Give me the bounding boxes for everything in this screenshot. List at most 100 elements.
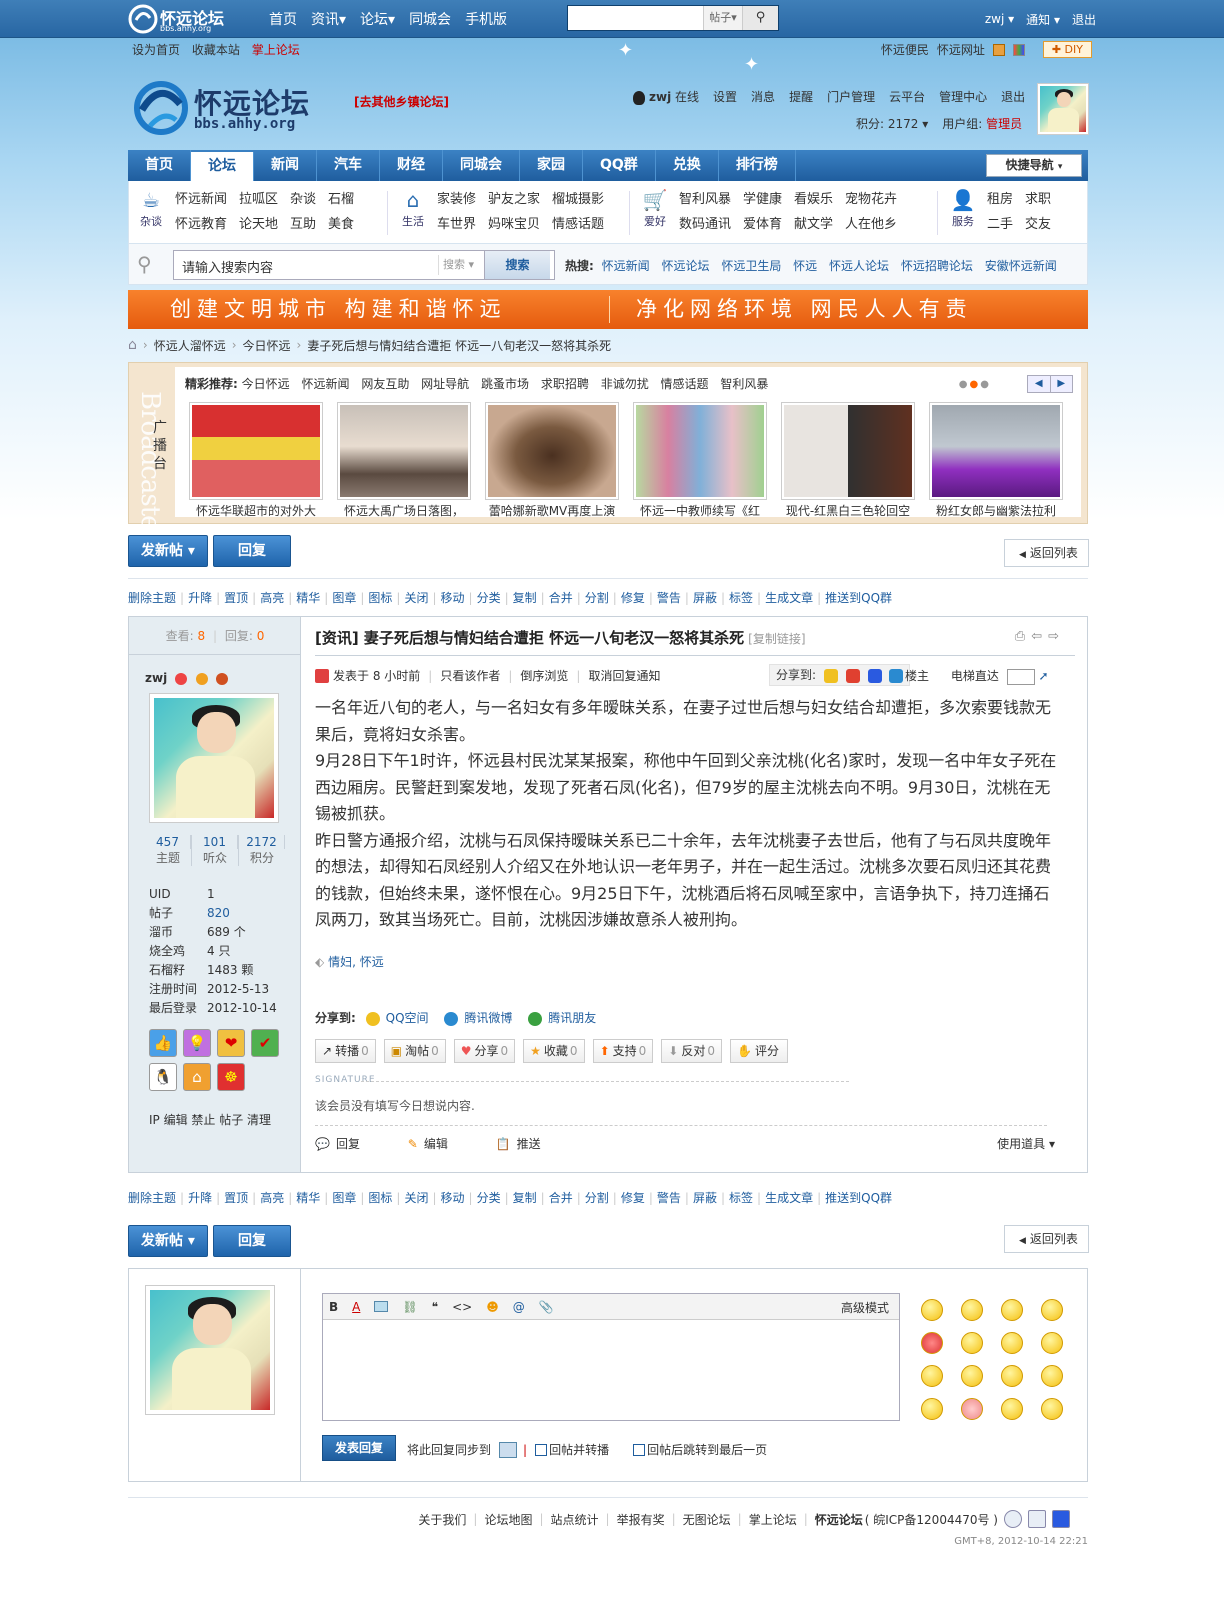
top-nav-city[interactable]: 同城会 (402, 9, 458, 29)
footer-link[interactable]: 无图论坛 (683, 1511, 731, 1528)
mod-action[interactable]: 图章 (332, 591, 356, 605)
quote-icon[interactable]: ❝ (432, 1300, 438, 1314)
mod-action[interactable]: 修复 (621, 1191, 645, 1205)
smiley-icon[interactable] (1001, 1365, 1023, 1387)
award-medal-icon[interactable] (215, 672, 228, 685)
hot-link[interactable]: 安徽怀远新闻 (985, 259, 1057, 273)
smiley-icon[interactable] (1001, 1332, 1023, 1354)
user-name[interactable]: zwj (649, 90, 671, 104)
code-icon[interactable]: <> (452, 1300, 472, 1314)
share-button[interactable]: ♥ 分享 0 (453, 1039, 516, 1063)
broadcast-thumb[interactable]: 粉红女郎与幽紫法拉利 (929, 402, 1063, 522)
sync-weibo-icon[interactable] (499, 1441, 518, 1458)
hot-link[interactable]: 怀远论坛 (661, 259, 709, 273)
qq-penguin-icon[interactable]: 🐧 (149, 1063, 177, 1091)
footer-site-name[interactable]: 怀远论坛 (815, 1511, 863, 1528)
broadcast-thumb[interactable]: 现代-红黑白三色轮回空 (781, 402, 915, 522)
only-author-link[interactable]: 只看该作者 (440, 667, 500, 684)
user-link-messages[interactable]: 消息 (751, 88, 775, 105)
new-post-button-bottom[interactable]: 发新帖 ▾ (128, 1225, 208, 1257)
bold-icon[interactable]: B (329, 1300, 338, 1314)
cnzz-icon[interactable] (1028, 1510, 1046, 1528)
site-logo[interactable]: 怀远论坛 bbs.ahhy.org (132, 80, 322, 136)
breadcrumb-item[interactable]: 怀远人溜怀远 (154, 337, 226, 354)
footer-link[interactable]: 站点统计 (551, 1511, 599, 1528)
top-logo[interactable]: 怀远论坛 bbs.ahhy.org (128, 4, 228, 34)
mod-action[interactable]: 分类 (477, 1191, 501, 1205)
advanced-mode-link[interactable]: 高级模式 (841, 1299, 889, 1316)
subnav-link[interactable]: 智利风暴 (679, 187, 731, 212)
nav-finance[interactable]: 财经 (380, 150, 443, 181)
print-icon[interactable]: ⎙ (1015, 629, 1031, 644)
mod-action[interactable]: 警告 (657, 591, 681, 605)
broadcast-thumb[interactable]: 怀远大禹广场日落图， (337, 402, 471, 522)
forum-search-button[interactable]: 搜索 (484, 251, 550, 279)
share-tencent-weibo[interactable]: 腾讯微博 (464, 1011, 512, 1025)
mod-action[interactable]: 图标 (368, 591, 392, 605)
smiley-icon[interactable] (921, 1365, 943, 1387)
footer-link[interactable]: 举报有奖 (617, 1511, 665, 1528)
subnav-link[interactable]: 交友 (1025, 212, 1051, 237)
tag-links[interactable]: 情妇, 怀远 (328, 955, 384, 969)
floor-input[interactable] (1006, 668, 1035, 685)
top-user[interactable]: zwj ▾ (985, 12, 1014, 26)
mod-action[interactable]: 合并 (549, 591, 573, 605)
subnav-link[interactable]: 榴城摄影 (552, 187, 604, 212)
paw-icon[interactable] (1052, 1510, 1070, 1528)
hot-link[interactable]: 怀远 (793, 259, 817, 273)
footer-icp[interactable]: ( 皖ICP备12004470号 ) (865, 1511, 998, 1528)
favorite-link[interactable]: 收藏本站 (192, 43, 240, 57)
smiley-icon[interactable] (1041, 1365, 1063, 1387)
mod-action[interactable]: 屏蔽 (693, 591, 717, 605)
mod-action[interactable]: 移动 (441, 1191, 465, 1205)
subnav-link[interactable]: 献文学 (794, 212, 833, 237)
mobile-link[interactable]: 掌上论坛 (252, 43, 300, 57)
cancel-notify-link[interactable]: 取消回复通知 (588, 667, 660, 684)
color-icon[interactable] (1012, 43, 1025, 56)
image-icon[interactable] (374, 1301, 389, 1312)
diy-button[interactable]: ✚ DIY (1042, 41, 1092, 58)
mod-action[interactable]: 生成文章 (765, 591, 813, 605)
quick-nav-button[interactable]: 快捷导航 ▾ (986, 154, 1082, 177)
use-tool-menu[interactable]: 使用道具 ▾ (997, 1135, 1055, 1152)
subnav-link[interactable]: 求职 (1025, 187, 1051, 212)
mod-action[interactable]: 修复 (621, 591, 645, 605)
attachment-icon[interactable]: 📎 (539, 1300, 554, 1314)
top-search-input[interactable] (568, 6, 704, 30)
user-points[interactable]: 积分: 2172 ▾ (856, 115, 928, 132)
subnav-link[interactable]: 情感话题 (552, 212, 604, 237)
top-search-type[interactable]: 帖子▾ (704, 6, 742, 30)
recommend-link[interactable]: 怀远新闻 (301, 377, 349, 391)
share-tencent-friends[interactable]: 腾讯朋友 (548, 1011, 596, 1025)
smiley-icon[interactable] (1041, 1398, 1063, 1420)
font-color-icon[interactable]: A (352, 1300, 360, 1314)
share-qzone[interactable]: QQ空间 (386, 1011, 429, 1025)
smiley-icon[interactable] (921, 1299, 943, 1321)
slogan-banner[interactable]: 创建文明城市 构建和谐怀远 净化网络环境 网民人人有责 (128, 290, 1088, 329)
slide-dots[interactable]: ●●● (959, 379, 991, 390)
mod-action[interactable]: 分类 (477, 591, 501, 605)
footer-link[interactable]: 掌上论坛 (749, 1511, 797, 1528)
mod-action[interactable]: 警告 (657, 1191, 681, 1205)
subnav-link[interactable]: 学健康 (743, 187, 782, 212)
favorite-button[interactable]: ★ 收藏 0 (523, 1039, 585, 1063)
smiley-icon[interactable] (1001, 1299, 1023, 1321)
user-link-settings[interactable]: 设置 (713, 88, 737, 105)
baidu-icon[interactable] (867, 668, 882, 683)
subnav-link[interactable]: 拉呱区 (239, 187, 278, 212)
footer-link[interactable]: 论坛地图 (484, 1511, 532, 1528)
submit-reply-button[interactable]: 发表回复 (322, 1435, 396, 1461)
smiley-icon[interactable] (961, 1365, 983, 1387)
smiley-icon[interactable]: ☻ (486, 1300, 499, 1314)
mod-action[interactable]: 推送到QQ群 (825, 1191, 892, 1205)
nav-auto[interactable]: 汽车 (317, 150, 380, 181)
reverse-order-link[interactable]: 倒序浏览 (520, 667, 568, 684)
mod-action[interactable]: 标签 (729, 1191, 753, 1205)
nav-home[interactable]: 首页 (128, 150, 191, 181)
user-link-admin-center[interactable]: 管理中心 (939, 88, 987, 105)
mod-action[interactable]: 置顶 (224, 1191, 248, 1205)
other-forum-link[interactable]: [去其他乡镇论坛] (354, 93, 449, 110)
home-icon[interactable]: ⌂ (128, 337, 137, 353)
buddha-icon[interactable]: ☸ (217, 1063, 245, 1091)
convenience-link[interactable]: 怀远便民 (881, 41, 929, 58)
